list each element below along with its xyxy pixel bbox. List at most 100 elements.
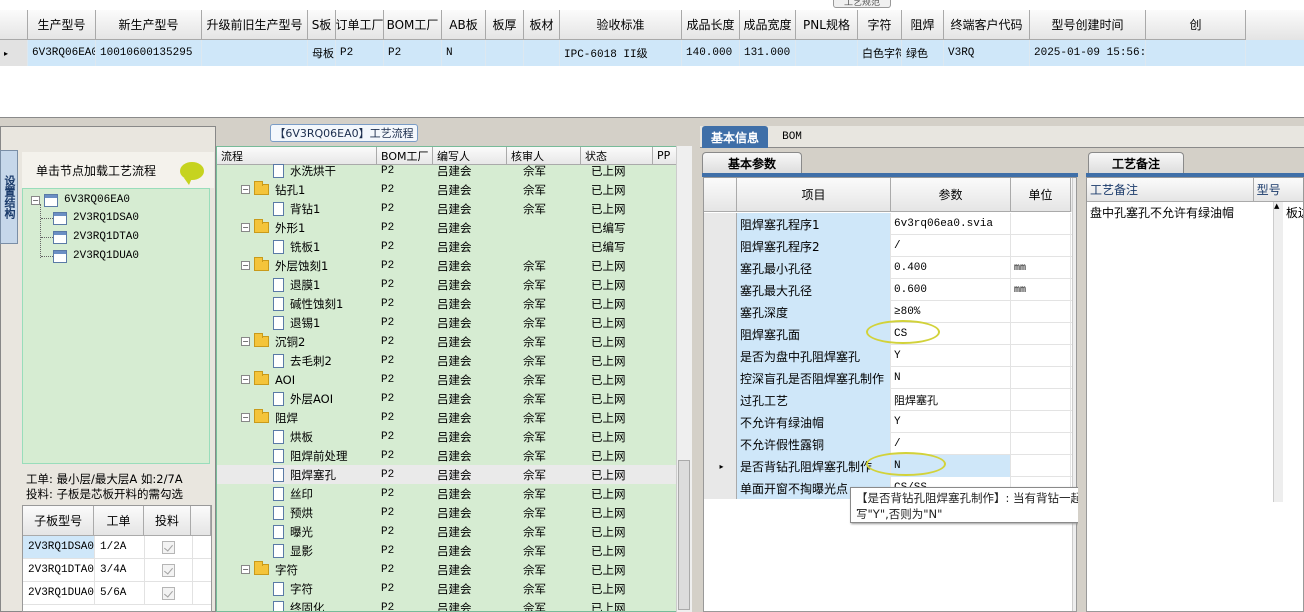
param-value[interactable]: 6v3rq06ea0.svia: [891, 213, 1011, 235]
grid-cell[interactable]: 白色字符: [858, 40, 902, 66]
column-header[interactable]: 投料: [143, 506, 192, 536]
column-header[interactable]: BOM工厂: [384, 10, 442, 40]
column-header[interactable]: 终端客户代码: [944, 10, 1030, 40]
grid-cell[interactable]: [524, 40, 560, 66]
flow-step[interactable]: − 外层蚀刻1: [217, 256, 377, 275]
flow-step[interactable]: 显影: [217, 541, 377, 560]
column-header[interactable]: 项目: [737, 178, 891, 212]
flow-step[interactable]: − 外形1: [217, 218, 377, 237]
column-header[interactable]: 型号创建时间: [1030, 10, 1146, 40]
flow-step[interactable]: 终固化: [217, 598, 377, 611]
table-row[interactable]: 字符 P2 吕建会 佘军 已上网: [217, 579, 677, 598]
process-flow-scroll-thumb[interactable]: [678, 460, 690, 610]
grid-cell[interactable]: P2: [384, 40, 442, 66]
collapse-icon[interactable]: −: [241, 223, 250, 232]
note-scroll[interactable]: ▲: [1273, 202, 1283, 502]
grid-cell[interactable]: [486, 40, 524, 66]
column-header[interactable]: 订单工厂: [336, 10, 384, 40]
flow-step[interactable]: − 字符: [217, 560, 377, 579]
grid-cell[interactable]: 母板: [308, 40, 336, 66]
grid-cell[interactable]: 绿色: [902, 40, 944, 66]
vertical-splitter-2[interactable]: [1078, 148, 1086, 612]
table-row[interactable]: 塞孔最大孔径 0.600 mm: [704, 279, 1076, 301]
grid-cell[interactable]: 2025-01-09 15:56:58: [1030, 40, 1146, 66]
param-value[interactable]: 阻焊塞孔: [891, 389, 1011, 411]
param-value[interactable]: Y: [891, 411, 1011, 433]
sub-board-feed[interactable]: [145, 582, 193, 604]
param-value[interactable]: /: [891, 235, 1011, 257]
tree-node-child[interactable]: 2V3RQ1DTA0: [41, 228, 139, 246]
column-header[interactable]: PNL规格: [796, 10, 858, 40]
table-row[interactable]: − 字符 P2 吕建会 佘军 已上网: [217, 560, 677, 579]
feed-checkbox[interactable]: [162, 540, 175, 554]
column-header[interactable]: S板: [308, 10, 336, 40]
param-value[interactable]: N: [891, 367, 1011, 389]
flow-step[interactable]: 丝印: [217, 484, 377, 503]
table-row[interactable]: 显影 P2 吕建会 佘军 已上网: [217, 541, 677, 560]
flow-step[interactable]: − 钻孔1: [217, 180, 377, 199]
param-value[interactable]: 0.400: [891, 257, 1011, 279]
flow-step[interactable]: 背钻1: [217, 199, 377, 218]
column-header[interactable]: 生产型号: [28, 10, 96, 40]
feed-checkbox[interactable]: [162, 586, 175, 600]
flow-step[interactable]: 退膜1: [217, 275, 377, 294]
product-grid-row[interactable]: ▸ 6V3RQ06EA0 10010600135295 母板 P2 P2 N IPC-6018…: [0, 40, 1304, 66]
flow-step[interactable]: 字符: [217, 579, 377, 598]
table-row[interactable]: 退膜1 P2 吕建会 佘军 已上网: [217, 275, 677, 294]
table-row[interactable]: 碱性蚀刻1 P2 吕建会 佘军 已上网: [217, 294, 677, 313]
flow-step[interactable]: 曝光: [217, 522, 377, 541]
table-row[interactable]: 2V3RQ1DSA0 1/2A: [23, 536, 211, 559]
note-row[interactable]: 盘中孔塞孔不允许有绿油帽 ▲板边: [1087, 202, 1303, 502]
table-row[interactable]: 阻焊前处理 P2 吕建会 佘军 已上网: [217, 446, 677, 465]
table-row[interactable]: 终固化 P2 吕建会 佘军 已上网: [217, 598, 677, 611]
tree-node-child[interactable]: 2V3RQ1DUA0: [41, 247, 139, 265]
table-row[interactable]: − AOI P2 吕建会 佘军 已上网: [217, 370, 677, 389]
column-header[interactable]: 成品长度: [682, 10, 740, 40]
table-row[interactable]: 预烘 P2 吕建会 佘军 已上网: [217, 503, 677, 522]
grid-cell[interactable]: N: [442, 40, 486, 66]
vertical-splitter[interactable]: [692, 126, 700, 612]
flow-step[interactable]: 铣板1: [217, 237, 377, 256]
flow-step[interactable]: 去毛刺2: [217, 351, 377, 370]
flow-step[interactable]: − 沉铜2: [217, 332, 377, 351]
collapse-icon[interactable]: −: [241, 261, 250, 270]
column-header[interactable]: 工艺备注: [1087, 178, 1254, 202]
flow-step[interactable]: 阻焊塞孔: [217, 465, 377, 484]
grid-cell[interactable]: 10010600135295: [96, 40, 202, 66]
column-header[interactable]: AB板: [442, 10, 486, 40]
grid-cell[interactable]: [202, 40, 308, 66]
tab-process-notes[interactable]: 工艺备注: [1088, 152, 1184, 174]
table-row[interactable]: 铣板1 P2 吕建会 已编写: [217, 237, 677, 256]
flow-step[interactable]: 预烘: [217, 503, 377, 522]
table-row[interactable]: 去毛刺2 P2 吕建会 佘军 已上网: [217, 351, 677, 370]
collapse-icon[interactable]: −: [241, 185, 250, 194]
tree-collapse-icon[interactable]: −: [31, 195, 40, 205]
param-value[interactable]: 0.600: [891, 279, 1011, 301]
flow-step[interactable]: 阻焊前处理: [217, 446, 377, 465]
param-value[interactable]: Y: [891, 345, 1011, 367]
column-header[interactable]: 升级前旧生产型号: [202, 10, 308, 40]
column-header[interactable]: 阻焊: [902, 10, 944, 40]
column-header[interactable]: 成品宽度: [740, 10, 796, 40]
table-row[interactable]: − 外层蚀刻1 P2 吕建会 佘军 已上网: [217, 256, 677, 275]
table-row[interactable]: 不允许有绿油帽 Y: [704, 411, 1076, 433]
table-row[interactable]: 曝光 P2 吕建会 佘军 已上网: [217, 522, 677, 541]
collapse-icon[interactable]: −: [241, 413, 250, 422]
table-row[interactable]: 水洗烘干 P2 吕建会 佘军 已上网: [217, 161, 677, 180]
collapse-icon[interactable]: −: [241, 565, 250, 574]
tab-basic-params[interactable]: 基本参数: [702, 152, 802, 174]
flow-step[interactable]: − AOI: [217, 370, 377, 389]
column-header[interactable]: 验收标准: [560, 10, 682, 40]
table-row[interactable]: − 沉铜2 P2 吕建会 佘军 已上网: [217, 332, 677, 351]
table-row[interactable]: − 阻焊 P2 吕建会 佘军 已上网: [217, 408, 677, 427]
grid-cell[interactable]: 6V3RQ06EA0: [28, 40, 96, 66]
table-row[interactable]: 过孔工艺 阻焊塞孔: [704, 389, 1076, 411]
horizontal-splitter[interactable]: [0, 118, 1304, 126]
table-row[interactable]: 丝印 P2 吕建会 佘军 已上网: [217, 484, 677, 503]
structure-vertical-tab[interactable]: 设置结构: [0, 150, 18, 244]
sub-board-feed[interactable]: [145, 559, 193, 581]
table-row[interactable]: 是否为盘中孔阻焊塞孔 Y: [704, 345, 1076, 367]
flow-step[interactable]: 碱性蚀刻1: [217, 294, 377, 313]
column-header[interactable]: 工单: [94, 506, 144, 536]
table-row[interactable]: 背钻1 P2 吕建会 佘军 已上网: [217, 199, 677, 218]
